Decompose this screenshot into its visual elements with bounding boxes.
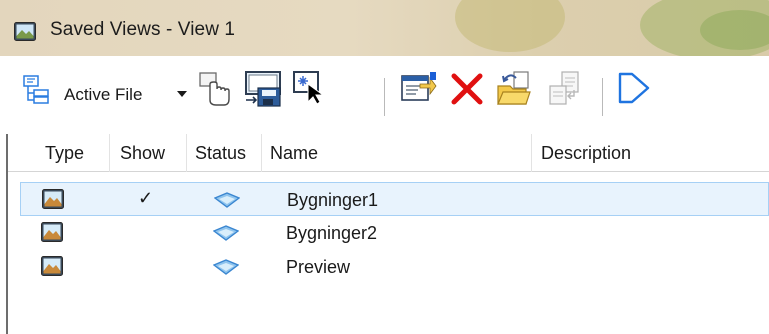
- preview-icon[interactable]: [616, 70, 652, 106]
- column-header-description[interactable]: Description: [541, 143, 631, 164]
- file-filter-icon[interactable]: [22, 74, 52, 104]
- toolbar: Active File: [6, 56, 769, 134]
- window-title: Saved Views - View 1: [50, 19, 236, 40]
- toolbar-separator: [602, 78, 603, 116]
- column-divider[interactable]: [531, 134, 532, 172]
- status-view-icon: [213, 225, 239, 241]
- table-row[interactable]: Bygninger2: [20, 216, 769, 250]
- toolbar-separator: [384, 78, 385, 116]
- view-type-icon: [41, 222, 63, 242]
- column-header-status[interactable]: Status: [195, 143, 246, 164]
- view-name: Bygninger2: [286, 223, 378, 243]
- file-filter-label[interactable]: Active File: [64, 85, 142, 105]
- save-view-icon[interactable]: [244, 70, 282, 108]
- apply-view-icon[interactable]: [196, 70, 234, 108]
- column-divider[interactable]: [109, 134, 110, 172]
- column-divider[interactable]: [261, 134, 262, 172]
- column-header-type[interactable]: Type: [45, 143, 84, 164]
- filter-dropdown-icon[interactable]: [176, 90, 188, 98]
- view-type-icon: [42, 189, 64, 209]
- properties-icon[interactable]: [400, 70, 438, 106]
- table-row[interactable]: ✓ Bygninger1: [20, 182, 769, 216]
- export-icon[interactable]: [544, 68, 584, 108]
- column-header-row: Type Show Status Name Description: [8, 134, 769, 172]
- title-bar: Saved Views - View 1: [0, 0, 769, 56]
- view-type-icon: [41, 256, 63, 276]
- status-view-icon: [213, 259, 239, 275]
- table-row[interactable]: Preview: [20, 250, 769, 284]
- select-view-icon[interactable]: [292, 70, 328, 106]
- show-checkmark[interactable]: ✓: [138, 188, 153, 209]
- saved-view-icon: [14, 22, 36, 41]
- import-icon[interactable]: [494, 68, 534, 108]
- column-divider[interactable]: [186, 134, 187, 172]
- column-header-name[interactable]: Name: [270, 143, 318, 164]
- column-header-show[interactable]: Show: [120, 143, 165, 164]
- title-bar-decoration: [455, 0, 565, 52]
- delete-icon[interactable]: [450, 72, 484, 106]
- view-name: Bygninger1: [287, 190, 379, 210]
- view-name: Preview: [286, 257, 351, 277]
- saved-views-table: Type Show Status Name Description ✓ Bygn…: [6, 134, 769, 334]
- status-view-icon: [214, 192, 240, 208]
